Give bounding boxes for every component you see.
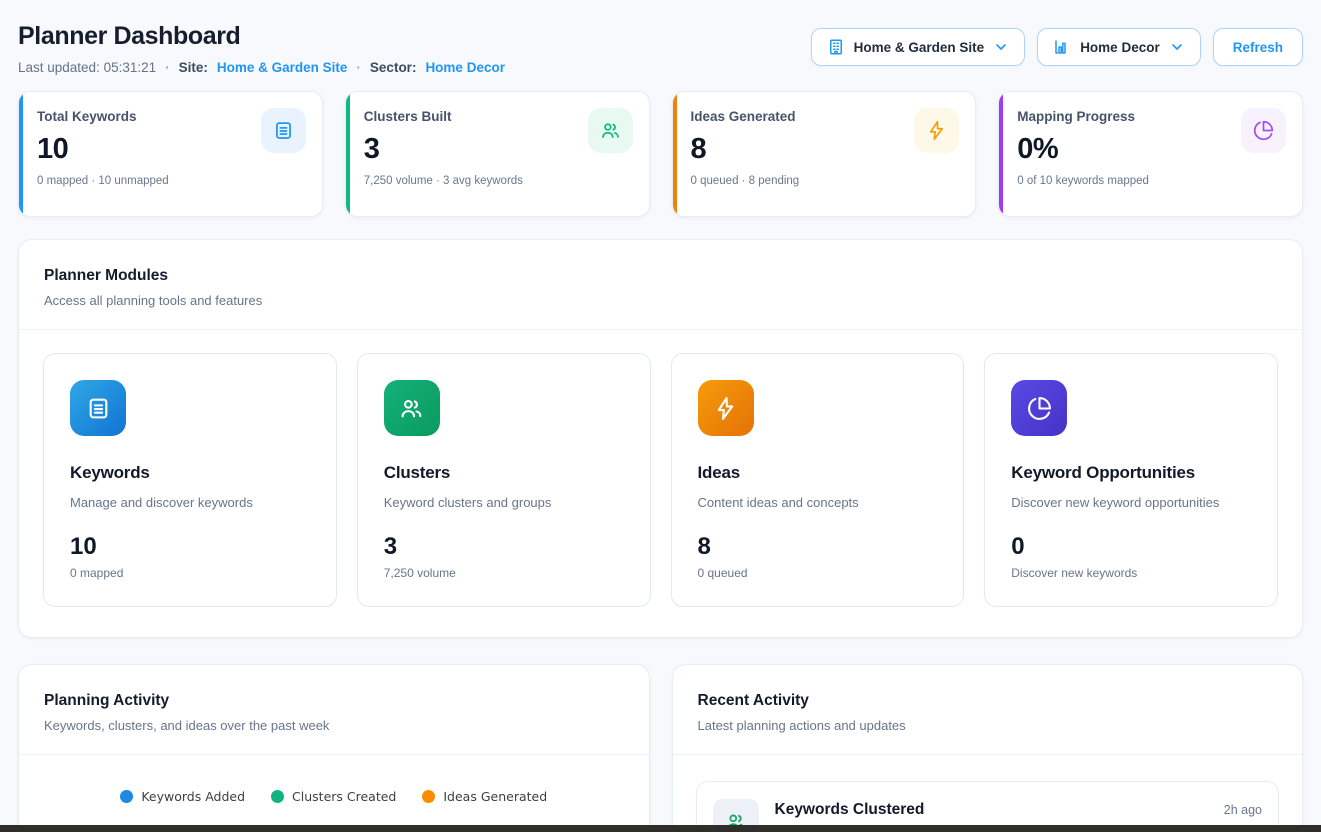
meta-line: Last updated: 05:31:21 · Site: Home & Ga… bbox=[18, 60, 505, 75]
activity-timestamp: 2h ago bbox=[1224, 799, 1262, 817]
module-title: Keywords bbox=[70, 463, 310, 483]
section-subtitle: Keywords, clusters, and ideas over the p… bbox=[44, 718, 624, 733]
module-value: 0 bbox=[1011, 533, 1251, 561]
module-title: Keyword Opportunities bbox=[1011, 463, 1251, 483]
module-card-ideas[interactable]: Ideas Content ideas and concepts 8 0 que… bbox=[671, 353, 965, 607]
sector-label: Sector: bbox=[370, 60, 417, 75]
refresh-button[interactable]: Refresh bbox=[1213, 28, 1303, 66]
refresh-button-label: Refresh bbox=[1233, 40, 1283, 55]
planning-activity-card: Planning Activity Keywords, clusters, an… bbox=[18, 664, 650, 832]
meta-separator: · bbox=[356, 60, 361, 75]
module-value: 8 bbox=[698, 533, 938, 561]
section-subtitle: Access all planning tools and features bbox=[44, 293, 1277, 308]
bottom-row: Planning Activity Keywords, clusters, an… bbox=[18, 664, 1303, 832]
recent-activity-card: Recent Activity Latest planning actions … bbox=[672, 664, 1304, 832]
module-sub: 0 mapped bbox=[70, 566, 310, 580]
pie-chart-icon bbox=[1241, 108, 1286, 153]
legend-dot-icon bbox=[120, 790, 133, 803]
section-title: Recent Activity bbox=[698, 692, 1278, 710]
users-icon bbox=[384, 380, 440, 436]
stat-sub: 0 queued · 8 pending bbox=[691, 175, 958, 187]
taskbar-edge-bar bbox=[0, 825, 1321, 832]
activity-title: Keywords Clustered bbox=[775, 801, 1208, 819]
planning-activity-header: Planning Activity Keywords, clusters, an… bbox=[19, 665, 649, 754]
stat-card-clusters-built: Clusters Built 3 7,250 volume · 3 avg ke… bbox=[345, 91, 650, 217]
file-text-icon bbox=[261, 108, 306, 153]
chart-legend: Keywords Added Clusters Created Ideas Ge… bbox=[19, 789, 649, 804]
legend-dot-icon bbox=[271, 790, 284, 803]
recent-activity-header: Recent Activity Latest planning actions … bbox=[673, 665, 1303, 754]
last-updated-text: Last updated: 05:31:21 bbox=[18, 60, 156, 75]
users-icon bbox=[588, 108, 633, 153]
legend-label: Clusters Created bbox=[292, 789, 396, 804]
legend-item-clusters-created[interactable]: Clusters Created bbox=[271, 789, 396, 804]
planner-modules-header: Planner Modules Access all planning tool… bbox=[19, 240, 1302, 329]
stats-row: Total Keywords 10 0 mapped · 10 unmapped… bbox=[18, 91, 1303, 217]
stat-accent-bar bbox=[19, 92, 23, 216]
header-actions: Home & Garden Site Home Decor Refresh bbox=[811, 28, 1303, 66]
stat-sub: 0 of 10 keywords mapped bbox=[1017, 175, 1284, 187]
stat-card-ideas-generated: Ideas Generated 8 0 queued · 8 pending bbox=[672, 91, 977, 217]
page-header: Planner Dashboard Last updated: 05:31:21… bbox=[18, 0, 1303, 75]
stat-sub: 7,250 volume · 3 avg keywords bbox=[364, 175, 631, 187]
sector-link[interactable]: Home Decor bbox=[425, 60, 505, 75]
stat-accent-bar bbox=[346, 92, 350, 216]
module-description: Content ideas and concepts bbox=[698, 495, 938, 510]
zap-icon bbox=[698, 380, 754, 436]
module-sub: Discover new keywords bbox=[1011, 566, 1251, 580]
section-title: Planner Modules bbox=[44, 267, 1277, 285]
section-title: Planning Activity bbox=[44, 692, 624, 710]
module-description: Keyword clusters and groups bbox=[384, 495, 624, 510]
module-card-keywords[interactable]: Keywords Manage and discover keywords 10… bbox=[43, 353, 337, 607]
module-value: 10 bbox=[70, 533, 310, 561]
stat-accent-bar bbox=[999, 92, 1003, 216]
module-description: Manage and discover keywords bbox=[70, 495, 310, 510]
header-left: Planner Dashboard Last updated: 05:31:21… bbox=[18, 22, 505, 75]
stat-sub: 0 mapped · 10 unmapped bbox=[37, 175, 304, 187]
legend-item-ideas-generated[interactable]: Ideas Generated bbox=[422, 789, 547, 804]
module-title: Clusters bbox=[384, 463, 624, 483]
planner-dashboard-page: Planner Dashboard Last updated: 05:31:21… bbox=[0, 0, 1321, 832]
building-icon bbox=[827, 38, 845, 56]
stat-card-mapping-progress: Mapping Progress 0% 0 of 10 keywords map… bbox=[998, 91, 1303, 217]
module-description: Discover new keyword opportunities bbox=[1011, 495, 1251, 510]
chevron-down-icon bbox=[1169, 39, 1185, 55]
module-sub: 0 queued bbox=[698, 566, 938, 580]
site-selector-label: Home & Garden Site bbox=[854, 40, 985, 55]
legend-label: Keywords Added bbox=[141, 789, 245, 804]
module-sub: 7,250 volume bbox=[384, 566, 624, 580]
module-value: 3 bbox=[384, 533, 624, 561]
site-link[interactable]: Home & Garden Site bbox=[217, 60, 348, 75]
bar-chart-icon bbox=[1053, 38, 1071, 56]
module-title: Ideas bbox=[698, 463, 938, 483]
stat-accent-bar bbox=[673, 92, 677, 216]
sector-selector-label: Home Decor bbox=[1080, 40, 1160, 55]
legend-label: Ideas Generated bbox=[443, 789, 547, 804]
activity-list: Keywords Clustered 3 new clusters create… bbox=[673, 755, 1303, 832]
modules-grid: Keywords Manage and discover keywords 10… bbox=[19, 330, 1302, 637]
site-selector-dropdown[interactable]: Home & Garden Site bbox=[811, 28, 1026, 66]
meta-separator: · bbox=[165, 60, 170, 75]
module-card-keyword-opportunities[interactable]: Keyword Opportunities Discover new keywo… bbox=[984, 353, 1278, 607]
planner-modules-panel: Planner Modules Access all planning tool… bbox=[18, 239, 1303, 638]
pie-chart-icon bbox=[1011, 380, 1067, 436]
page-title: Planner Dashboard bbox=[18, 22, 505, 51]
legend-dot-icon bbox=[422, 790, 435, 803]
section-subtitle: Latest planning actions and updates bbox=[698, 718, 1278, 733]
zap-icon bbox=[914, 108, 959, 153]
sector-selector-dropdown[interactable]: Home Decor bbox=[1037, 28, 1201, 66]
site-label: Site: bbox=[179, 60, 208, 75]
divider bbox=[19, 754, 649, 755]
stat-card-total-keywords: Total Keywords 10 0 mapped · 10 unmapped bbox=[18, 91, 323, 217]
legend-item-keywords-added[interactable]: Keywords Added bbox=[120, 789, 245, 804]
file-text-icon bbox=[70, 380, 126, 436]
module-card-clusters[interactable]: Clusters Keyword clusters and groups 3 7… bbox=[357, 353, 651, 607]
chevron-down-icon bbox=[993, 39, 1009, 55]
